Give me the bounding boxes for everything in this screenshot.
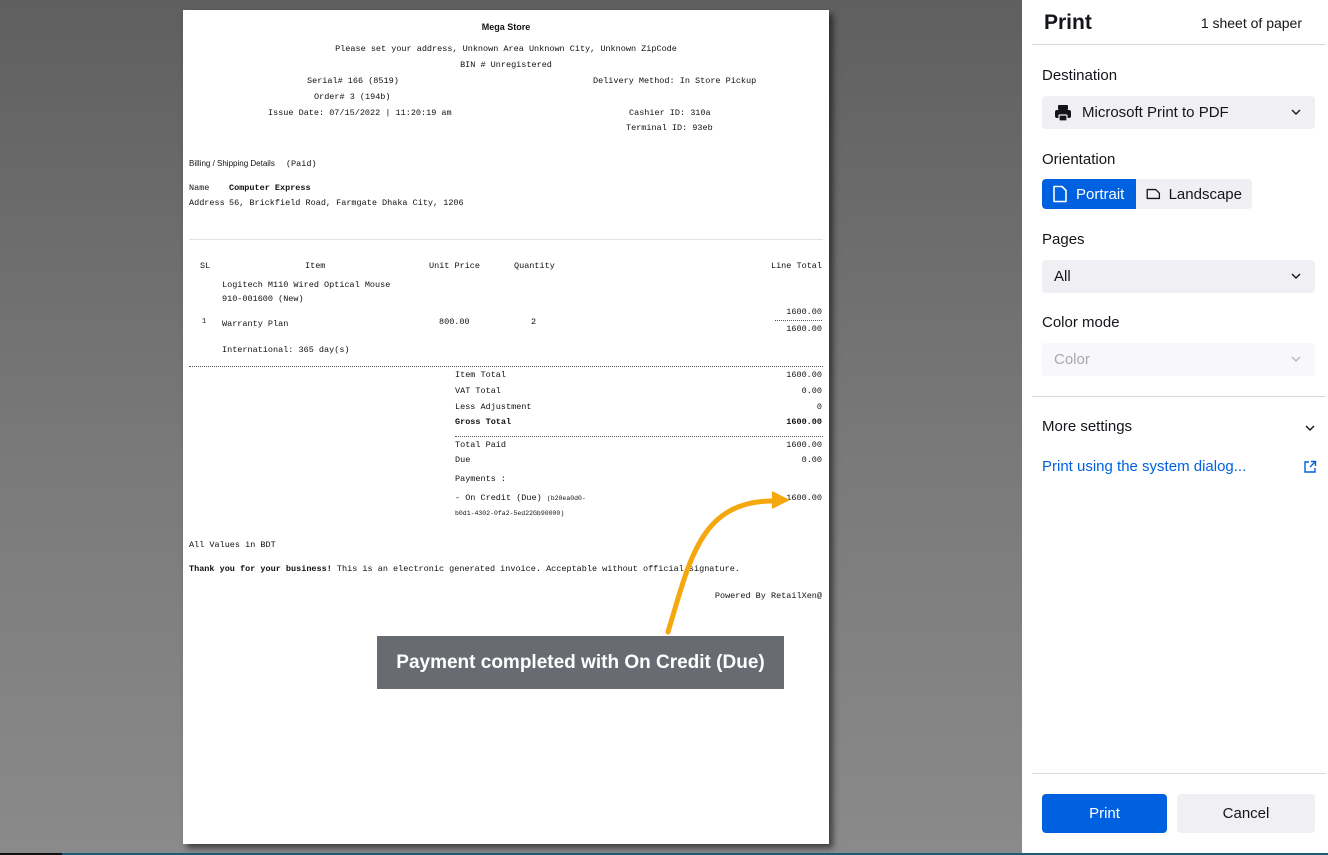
invoice-page: Mega Store Please set your address, Unkn… bbox=[183, 10, 829, 844]
col-header-quantity: Quantity bbox=[514, 261, 555, 271]
color-mode-value: Color bbox=[1054, 351, 1090, 368]
payment-ref-end: b0d1-4302-0fa2-5ed22Gb90000) bbox=[455, 510, 565, 517]
more-settings-toggle[interactable]: More settings bbox=[1042, 418, 1317, 438]
portrait-button[interactable]: Portrait bbox=[1042, 179, 1136, 209]
chevron-down-icon bbox=[1291, 356, 1301, 362]
item-quantity: 2 bbox=[531, 317, 537, 327]
pages-value: All bbox=[1054, 268, 1071, 285]
customer-name: Computer Express bbox=[229, 183, 311, 193]
summary-label: Less Adjustment bbox=[455, 402, 532, 412]
destination-select[interactable]: Microsoft Print to PDF bbox=[1042, 96, 1315, 129]
destination-value: Microsoft Print to PDF bbox=[1082, 104, 1229, 121]
store-address: Please set your address, Unknown Area Un… bbox=[335, 44, 677, 54]
gross-total-label: Gross Total bbox=[455, 417, 512, 427]
billing-heading: Billing / Shipping Details (Paid) bbox=[189, 159, 317, 169]
col-header-line-total: Line Total bbox=[770, 261, 822, 271]
store-name: Mega Store bbox=[481, 22, 531, 32]
powered-by: Powered By RetailXen@ bbox=[714, 591, 822, 601]
serial-number: Serial# 166 (8519) bbox=[307, 76, 399, 86]
landscape-label: Landscape bbox=[1168, 185, 1242, 203]
delivery-method: Delivery Method: In Store Pickup bbox=[593, 76, 757, 86]
item-line-total: 1600.00 bbox=[786, 307, 822, 317]
item-sl: 1 bbox=[202, 318, 207, 326]
settings-divider bbox=[1032, 396, 1326, 397]
external-link-icon bbox=[1304, 460, 1317, 473]
items-divider bbox=[189, 366, 823, 367]
section-divider bbox=[189, 239, 823, 240]
more-settings-label: More settings bbox=[1042, 418, 1133, 435]
total-paid-label: Total Paid bbox=[455, 440, 507, 450]
payment-method-name: - On Credit (Due) bbox=[455, 493, 542, 503]
chevron-down-icon bbox=[1291, 109, 1301, 115]
summary-value: 0.00 bbox=[801, 386, 822, 396]
payment-ref-start: (b20ea0d0- bbox=[546, 495, 586, 502]
portrait-label: Portrait bbox=[1076, 185, 1125, 203]
print-preview-area: Mega Store Please set your address, Unkn… bbox=[0, 0, 1022, 853]
col-header-item: Item bbox=[305, 261, 326, 271]
pages-select[interactable]: All bbox=[1042, 260, 1315, 293]
chevron-down-icon bbox=[1291, 273, 1301, 279]
landscape-icon bbox=[1146, 188, 1161, 200]
payments-label: Payments : bbox=[455, 474, 507, 484]
destination-label: Destination bbox=[1042, 67, 1118, 84]
item-sku: 910-001600 (New) bbox=[222, 294, 304, 304]
summary-label: VAT Total bbox=[455, 386, 501, 396]
footer-divider bbox=[1032, 773, 1326, 774]
thank-you-rest: This is an electronic generated invoice.… bbox=[331, 564, 740, 574]
summary-label: Item Total bbox=[455, 370, 507, 380]
customer-address: 56, Brickfield Road, Farmgate Dhaka City… bbox=[229, 198, 464, 208]
customer-name-label: Name bbox=[189, 183, 210, 193]
cancel-button[interactable]: Cancel bbox=[1177, 794, 1315, 833]
print-button[interactable]: Print bbox=[1042, 794, 1167, 833]
billing-status: (Paid) bbox=[285, 159, 317, 169]
portrait-icon bbox=[1053, 185, 1067, 203]
terminal-id: Terminal ID: 93eb bbox=[626, 123, 713, 133]
annotation-callout: Payment completed with On Credit (Due) bbox=[377, 636, 784, 689]
panel-title: Print bbox=[1044, 11, 1092, 34]
color-mode-select[interactable]: Color bbox=[1042, 343, 1315, 376]
payment-method: - On Credit (Due) (b20ea0d0- bbox=[455, 493, 586, 503]
system-dialog-label: Print using the system dialog... bbox=[1042, 458, 1247, 475]
item-unit-price: 800.00 bbox=[439, 317, 470, 327]
thank-you-note: Thank you for your business! This is an … bbox=[189, 564, 740, 574]
issue-date: Issue Date: 07/15/2022 | 11:20:19 am bbox=[268, 108, 452, 118]
item-name: Logitech M110 Wired Optical Mouse bbox=[222, 280, 391, 290]
bin-number: BIN # Unregistered bbox=[460, 60, 552, 70]
printer-icon bbox=[1055, 104, 1071, 122]
gross-total-value: 1600.00 bbox=[786, 417, 822, 427]
customer-address-label: Address bbox=[189, 198, 225, 208]
currency-note: All Values in BDT bbox=[189, 540, 276, 550]
color-mode-label: Color mode bbox=[1042, 314, 1120, 331]
orientation-toggle: Portrait Landscape bbox=[1042, 179, 1252, 209]
pages-label: Pages bbox=[1042, 231, 1085, 248]
sheet-count: 1 sheet of paper bbox=[1200, 15, 1302, 31]
line-total-divider bbox=[775, 320, 822, 321]
col-header-sl: SL bbox=[200, 261, 211, 271]
item-warranty-detail: International: 365 day(s) bbox=[222, 345, 350, 355]
thank-you-bold: Thank you for your business! bbox=[189, 564, 332, 574]
summary-value: 0 bbox=[816, 402, 822, 412]
order-number: Order# 3 (194b) bbox=[314, 92, 391, 102]
orientation-label: Orientation bbox=[1042, 151, 1116, 168]
item-warranty: Warranty Plan bbox=[222, 319, 289, 329]
payment-amount: 1600.00 bbox=[786, 493, 822, 503]
summary-divider bbox=[455, 436, 823, 437]
billing-label: Billing / Shipping Details bbox=[189, 159, 275, 168]
due-label: Due bbox=[455, 455, 471, 465]
landscape-button[interactable]: Landscape bbox=[1136, 179, 1252, 209]
cashier-id: Cashier ID: 310a bbox=[629, 108, 711, 118]
header-divider bbox=[1032, 44, 1326, 45]
total-paid-value: 1600.00 bbox=[786, 440, 822, 450]
system-dialog-link[interactable]: Print using the system dialog... bbox=[1042, 458, 1317, 478]
item-line-total-net: 1600.00 bbox=[786, 324, 822, 334]
col-header-unit-price: Unit Price bbox=[429, 261, 481, 271]
due-value: 0.00 bbox=[801, 455, 822, 465]
print-settings-panel: Print 1 sheet of paper Destination Micro… bbox=[1022, 0, 1328, 853]
chevron-down-icon bbox=[1305, 425, 1315, 431]
summary-value: 1600.00 bbox=[786, 370, 822, 380]
